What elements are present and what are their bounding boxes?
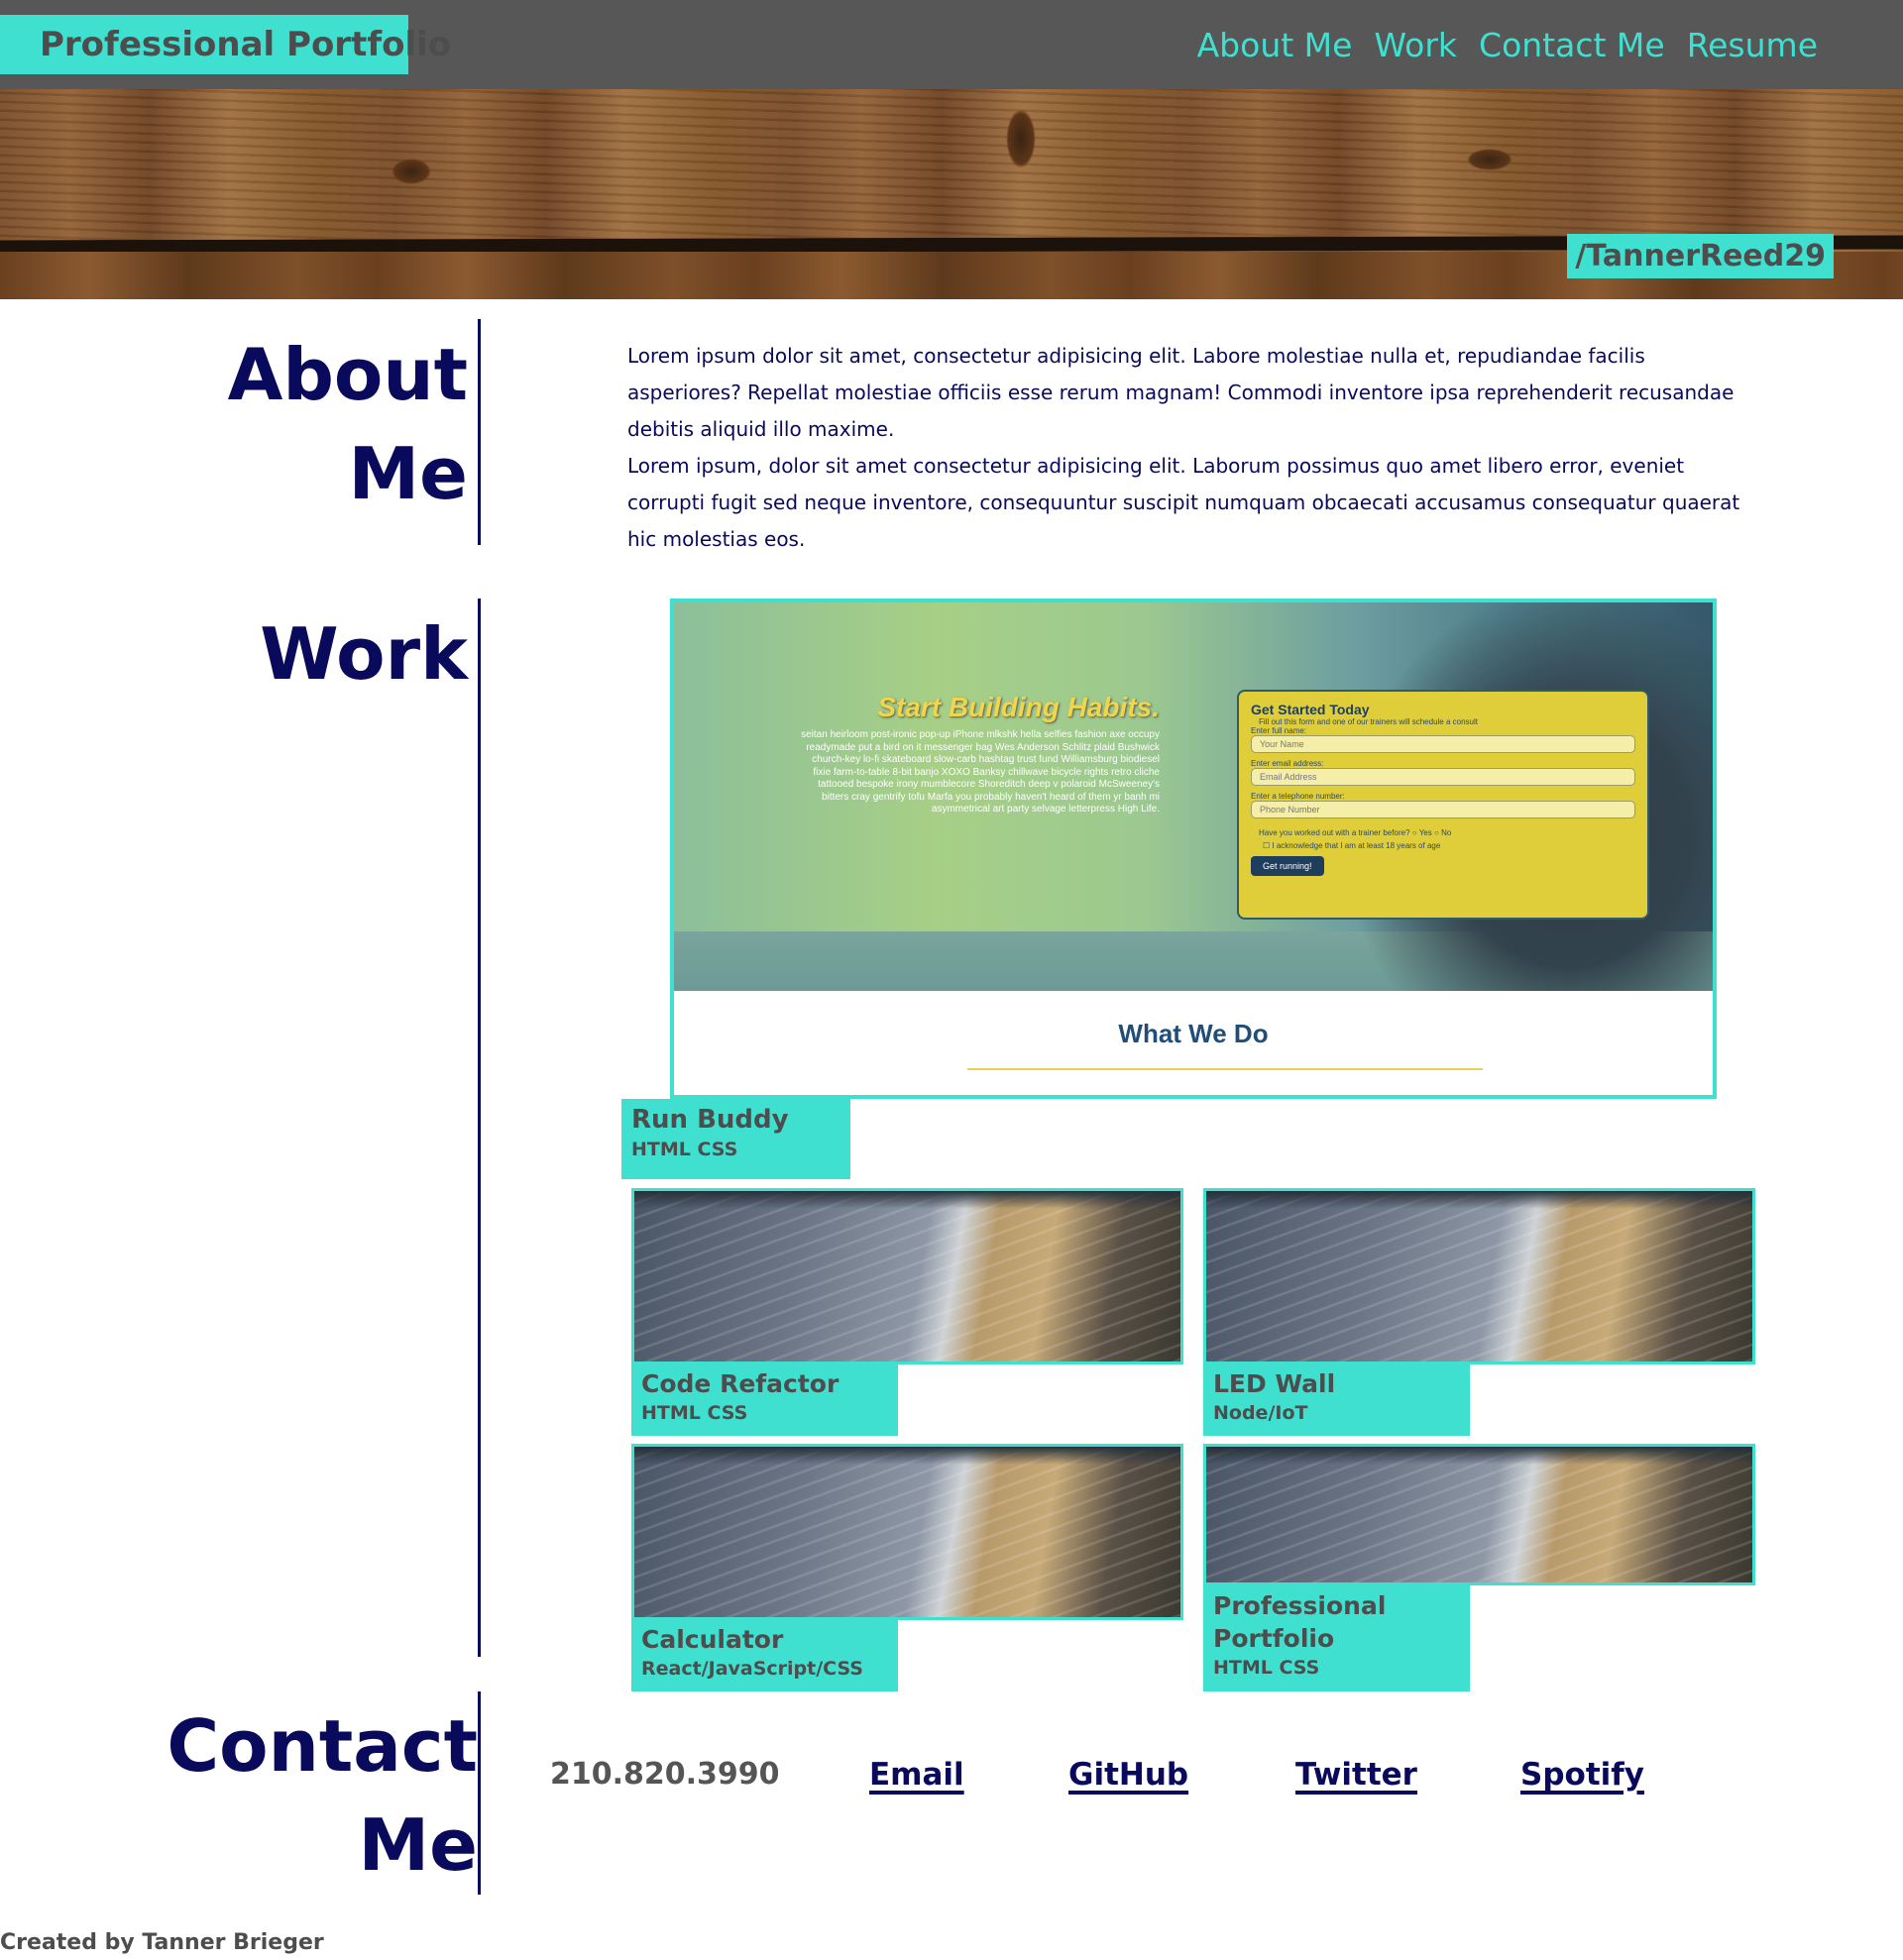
screenshot-underline bbox=[967, 1068, 1483, 1070]
thumb-shade bbox=[1206, 1447, 1752, 1465]
form-acknowledge-text: I acknowledge that I am at least 18 year… bbox=[1272, 841, 1441, 850]
form-question: Have you worked out with a trainer befor… bbox=[1259, 828, 1635, 837]
form-name-field: Your Name bbox=[1251, 735, 1635, 753]
project-tech: HTML CSS bbox=[631, 1139, 738, 1160]
form-acknowledge: ☐ I acknowledge that I am at least 18 ye… bbox=[1263, 841, 1635, 850]
contact-heading-line2: Me bbox=[358, 1803, 478, 1887]
form-submit-button: Get running! bbox=[1251, 856, 1324, 876]
radio-icon: ○ bbox=[1433, 828, 1439, 837]
nav-link-resume[interactable]: Resume bbox=[1687, 22, 1818, 69]
project-thumbnail-code-refactor[interactable] bbox=[631, 1188, 1183, 1364]
project-title: Run Buddy bbox=[631, 1105, 789, 1135]
project-caption-led-wall[interactable]: LED Wall Node/IoT bbox=[1203, 1364, 1470, 1436]
about-heading-line2: Me bbox=[348, 432, 468, 515]
project-title: Code Refactor bbox=[641, 1369, 840, 1398]
about-me-heading: About Me bbox=[198, 325, 468, 523]
wood-knot bbox=[1467, 149, 1512, 170]
github-handle-badge: /TannerReed29 bbox=[1567, 234, 1834, 278]
contact-me-heading: Contact Me bbox=[159, 1696, 478, 1895]
project-title: Professional Portfolio bbox=[1213, 1591, 1387, 1653]
checkbox-icon: ☐ bbox=[1263, 841, 1271, 850]
about-divider bbox=[478, 319, 481, 545]
contact-heading-line1: Contact bbox=[167, 1704, 478, 1788]
contact-phone: 210.820.3990 bbox=[550, 1757, 780, 1792]
thumb-wave-texture bbox=[1206, 1447, 1752, 1582]
top-navbar: Professional Portfolio About Me Work Con… bbox=[0, 0, 1903, 89]
contact-link-email[interactable]: Email bbox=[869, 1750, 964, 1799]
about-me-text: Lorem ipsum dolor sit amet, consectetur … bbox=[627, 338, 1757, 558]
radio-icon: ○ bbox=[1411, 828, 1417, 837]
project-tech: HTML CSS bbox=[641, 1402, 748, 1424]
project-thumbnail-professional-portfolio[interactable] bbox=[1203, 1444, 1755, 1585]
form-phone-field: Phone Number bbox=[1251, 801, 1635, 818]
nav-link-contact-me[interactable]: Contact Me bbox=[1479, 22, 1665, 69]
contact-link-spotify[interactable]: Spotify bbox=[1520, 1750, 1644, 1799]
form-email-field: Email Address bbox=[1251, 768, 1635, 786]
thumb-shade bbox=[1206, 1191, 1752, 1209]
screenshot-signup-form: Get Started Today Fill out this form and… bbox=[1237, 690, 1649, 920]
wood-knot bbox=[1006, 109, 1036, 168]
contact-divider bbox=[478, 1691, 481, 1895]
featured-project-run-buddy[interactable]: Start Building Habits. seitan heirloom p… bbox=[670, 599, 1717, 1099]
form-subtitle: Fill out this form and one of our traine… bbox=[1259, 717, 1478, 726]
thumb-wave-texture bbox=[634, 1447, 1180, 1617]
project-caption-professional-portfolio[interactable]: Professional Portfolio HTML CSS bbox=[1203, 1585, 1470, 1691]
form-question-text: Have you worked out with a trainer befor… bbox=[1259, 828, 1410, 837]
project-caption-calculator[interactable]: Calculator React/JavaScript/CSS bbox=[631, 1620, 898, 1691]
footer-credit: Created by Tanner Brieger bbox=[0, 1930, 324, 1955]
project-title: Calculator bbox=[641, 1625, 784, 1654]
thumb-shade bbox=[634, 1191, 1180, 1209]
form-label-phone: Enter a telephone number: bbox=[1251, 792, 1345, 801]
about-paragraph-2: Lorem ipsum, dolor sit amet consectetur … bbox=[627, 454, 1740, 551]
nav-link-about-me[interactable]: About Me bbox=[1197, 22, 1353, 69]
form-title: Get Started Today bbox=[1251, 702, 1370, 717]
project-tech: HTML CSS bbox=[1213, 1657, 1320, 1679]
project-tech: React/JavaScript/CSS bbox=[641, 1658, 863, 1680]
work-heading: Work bbox=[260, 612, 468, 696]
project-thumbnail-calculator[interactable] bbox=[631, 1444, 1183, 1620]
screenshot-copy: seitan heirloom post-ironic pop-up iPhon… bbox=[801, 729, 1160, 815]
main-nav: About Me Work Contact Me Resume bbox=[1197, 22, 1818, 69]
about-heading-line1: About bbox=[227, 333, 468, 416]
nav-link-work[interactable]: Work bbox=[1374, 22, 1457, 69]
featured-project-caption[interactable]: Run Buddy HTML CSS bbox=[621, 1099, 850, 1179]
contact-link-twitter[interactable]: Twitter bbox=[1295, 1750, 1417, 1799]
thumb-wave-texture bbox=[1206, 1191, 1752, 1361]
about-paragraph-1: Lorem ipsum dolor sit amet, consectetur … bbox=[627, 344, 1735, 441]
project-caption-code-refactor[interactable]: Code Refactor HTML CSS bbox=[631, 1364, 898, 1436]
form-label-email: Enter email address: bbox=[1251, 759, 1324, 768]
thumb-wave-texture bbox=[634, 1191, 1180, 1361]
project-thumbnail-led-wall[interactable] bbox=[1203, 1188, 1755, 1364]
project-title: LED Wall bbox=[1213, 1369, 1336, 1398]
contact-link-github[interactable]: GitHub bbox=[1068, 1750, 1188, 1799]
wood-knot bbox=[392, 159, 431, 184]
run-buddy-screenshot: Start Building Habits. seitan heirloom p… bbox=[674, 602, 1713, 991]
work-divider bbox=[478, 599, 481, 1657]
screenshot-section-title: What We Do bbox=[1118, 1019, 1269, 1048]
project-tech: Node/IoT bbox=[1213, 1402, 1308, 1424]
thumb-shade bbox=[634, 1447, 1180, 1465]
site-brand[interactable]: Professional Portfolio bbox=[0, 15, 451, 74]
form-label-name: Enter full name: bbox=[1251, 726, 1307, 735]
screenshot-headline: Start Building Habits. bbox=[877, 692, 1160, 722]
form-option-yes: Yes bbox=[1418, 828, 1432, 837]
form-option-no: No bbox=[1441, 828, 1452, 837]
